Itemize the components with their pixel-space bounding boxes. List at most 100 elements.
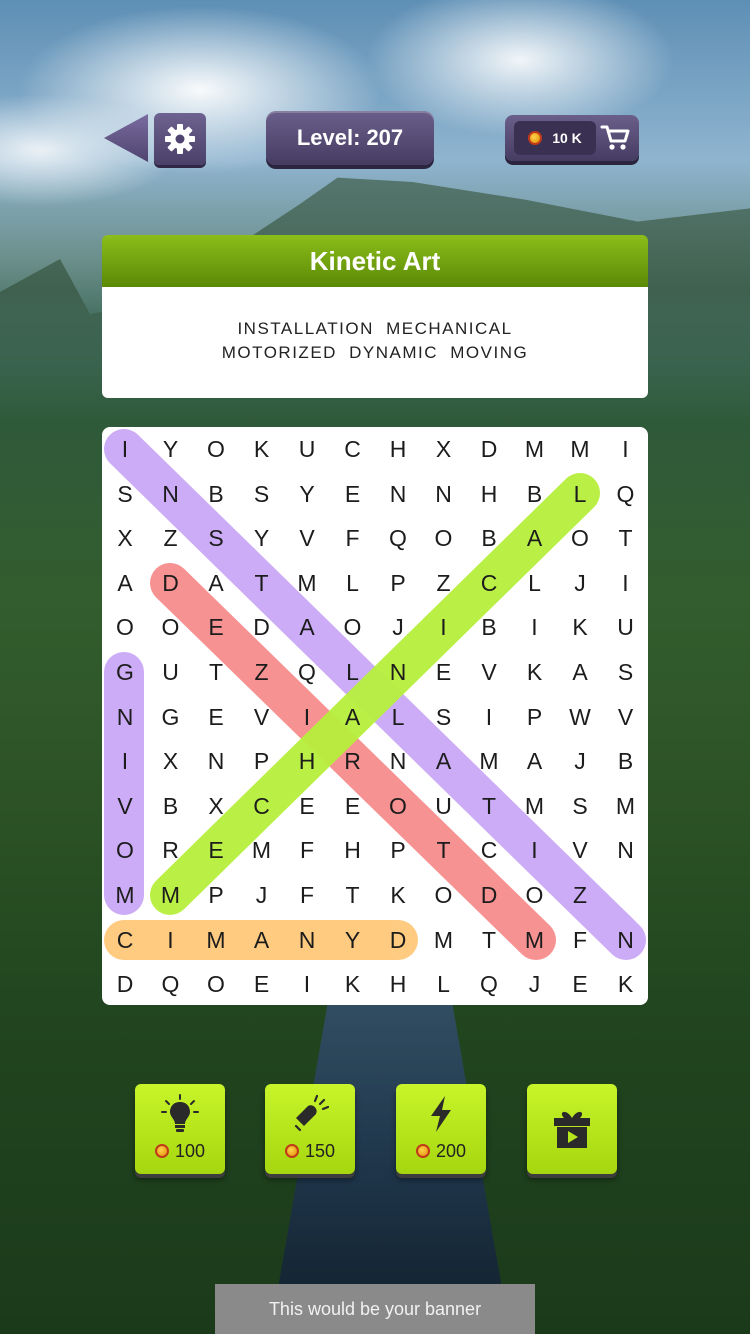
letter-grid[interactable]: IYOKUCHXDMMISNBSYENNHBLQXZSYVFQOBAOTADAT… bbox=[102, 427, 648, 1005]
grid-letter[interactable]: B bbox=[466, 605, 512, 649]
grid-letter[interactable]: O bbox=[512, 873, 558, 917]
grid-letter[interactable]: S bbox=[603, 650, 649, 694]
grid-letter[interactable]: H bbox=[375, 427, 421, 471]
grid-letter[interactable]: K bbox=[375, 873, 421, 917]
grid-letter[interactable]: I bbox=[603, 561, 649, 605]
grid-letter[interactable]: N bbox=[102, 695, 148, 739]
grid-letter[interactable]: E bbox=[193, 605, 239, 649]
grid-letter[interactable]: B bbox=[466, 516, 512, 560]
grid-letter[interactable]: E bbox=[557, 962, 603, 1006]
magnet-powerup-button[interactable]: 150 bbox=[265, 1084, 355, 1174]
grid-letter[interactable]: E bbox=[284, 784, 330, 828]
grid-letter[interactable]: F bbox=[284, 828, 330, 872]
grid-letter[interactable]: Z bbox=[148, 516, 194, 560]
grid-letter[interactable]: M bbox=[239, 828, 285, 872]
grid-letter[interactable]: N bbox=[375, 739, 421, 783]
grid-letter[interactable]: I bbox=[512, 828, 558, 872]
grid-letter[interactable]: N bbox=[603, 828, 649, 872]
grid-letter[interactable]: J bbox=[375, 605, 421, 649]
grid-letter[interactable]: M bbox=[102, 873, 148, 917]
grid-letter[interactable]: A bbox=[239, 918, 285, 962]
grid-letter[interactable]: B bbox=[512, 472, 558, 516]
grid-letter[interactable]: O bbox=[557, 516, 603, 560]
grid-letter[interactable]: C bbox=[466, 561, 512, 605]
grid-letter[interactable]: A bbox=[557, 650, 603, 694]
grid-letter[interactable]: N bbox=[148, 472, 194, 516]
grid-letter[interactable]: J bbox=[239, 873, 285, 917]
grid-letter[interactable]: Y bbox=[284, 472, 330, 516]
grid-letter[interactable]: O bbox=[102, 828, 148, 872]
grid-letter[interactable]: M bbox=[512, 918, 558, 962]
grid-letter[interactable]: C bbox=[466, 828, 512, 872]
grid-letter[interactable]: E bbox=[239, 962, 285, 1006]
grid-letter[interactable]: V bbox=[557, 828, 603, 872]
grid-letter[interactable]: K bbox=[603, 962, 649, 1006]
grid-letter[interactable]: P bbox=[375, 828, 421, 872]
grid-letter[interactable]: T bbox=[330, 873, 376, 917]
grid-letter[interactable]: W bbox=[557, 695, 603, 739]
grid-letter[interactable]: E bbox=[330, 784, 376, 828]
grid-letter[interactable]: E bbox=[330, 472, 376, 516]
grid-letter[interactable]: I bbox=[603, 427, 649, 471]
grid-letter[interactable]: Q bbox=[466, 962, 512, 1006]
grid-letter[interactable]: M bbox=[557, 427, 603, 471]
grid-letter[interactable]: I bbox=[421, 605, 467, 649]
grid-letter[interactable]: O bbox=[375, 784, 421, 828]
grid-letter[interactable]: P bbox=[375, 561, 421, 605]
grid-letter[interactable]: D bbox=[466, 427, 512, 471]
grid-letter[interactable]: L bbox=[330, 650, 376, 694]
grid-letter[interactable]: Q bbox=[148, 962, 194, 1006]
grid-letter[interactable]: K bbox=[512, 650, 558, 694]
grid-letter[interactable]: L bbox=[557, 472, 603, 516]
hint-powerup-button[interactable]: 100 bbox=[135, 1084, 225, 1174]
grid-letter[interactable]: E bbox=[421, 650, 467, 694]
grid-letter[interactable]: M bbox=[466, 739, 512, 783]
grid-letter[interactable]: M bbox=[148, 873, 194, 917]
grid-letter[interactable]: M bbox=[512, 784, 558, 828]
lightning-powerup-button[interactable]: 200 bbox=[396, 1084, 486, 1174]
grid-letter[interactable]: I bbox=[284, 962, 330, 1006]
grid-letter[interactable]: O bbox=[421, 873, 467, 917]
grid-letter[interactable]: Z bbox=[421, 561, 467, 605]
grid-letter[interactable]: V bbox=[239, 695, 285, 739]
grid-letter[interactable]: S bbox=[239, 472, 285, 516]
grid-letter[interactable]: Z bbox=[239, 650, 285, 694]
grid-letter[interactable]: A bbox=[512, 516, 558, 560]
grid-letter[interactable]: C bbox=[330, 427, 376, 471]
grid-letter[interactable]: N bbox=[375, 472, 421, 516]
grid-letter[interactable]: A bbox=[284, 605, 330, 649]
grid-letter[interactable]: A bbox=[330, 695, 376, 739]
grid-letter[interactable]: N bbox=[421, 472, 467, 516]
grid-letter[interactable]: Y bbox=[148, 427, 194, 471]
grid-letter[interactable]: D bbox=[375, 918, 421, 962]
grid-letter[interactable]: T bbox=[421, 828, 467, 872]
grid-letter[interactable]: D bbox=[148, 561, 194, 605]
grid-letter[interactable]: N bbox=[375, 650, 421, 694]
grid-letter[interactable]: V bbox=[102, 784, 148, 828]
grid-letter[interactable]: K bbox=[239, 427, 285, 471]
grid-letter[interactable]: G bbox=[148, 695, 194, 739]
grid-letter[interactable]: V bbox=[466, 650, 512, 694]
grid-letter[interactable]: R bbox=[148, 828, 194, 872]
grid-letter[interactable]: P bbox=[193, 873, 239, 917]
grid-letter[interactable]: J bbox=[512, 962, 558, 1006]
grid-letter[interactable]: B bbox=[603, 739, 649, 783]
grid-letter[interactable]: T bbox=[466, 918, 512, 962]
grid-letter[interactable]: Y bbox=[330, 918, 376, 962]
grid-letter[interactable]: P bbox=[512, 695, 558, 739]
grid-letter[interactable]: X bbox=[148, 739, 194, 783]
grid-letter[interactable]: V bbox=[284, 516, 330, 560]
grid-letter[interactable]: L bbox=[421, 962, 467, 1006]
grid-letter[interactable]: M bbox=[603, 784, 649, 828]
grid-letter[interactable]: Q bbox=[375, 516, 421, 560]
grid-letter[interactable]: F bbox=[284, 873, 330, 917]
grid-letter[interactable]: X bbox=[421, 427, 467, 471]
settings-button[interactable] bbox=[154, 113, 206, 165]
grid-letter[interactable]: S bbox=[557, 784, 603, 828]
grid-letter[interactable]: T bbox=[603, 516, 649, 560]
grid-letter[interactable]: A bbox=[193, 561, 239, 605]
grid-letter[interactable]: I bbox=[102, 739, 148, 783]
grid-letter[interactable]: U bbox=[421, 784, 467, 828]
grid-letter[interactable]: I bbox=[512, 605, 558, 649]
gift-video-button[interactable] bbox=[527, 1084, 617, 1174]
